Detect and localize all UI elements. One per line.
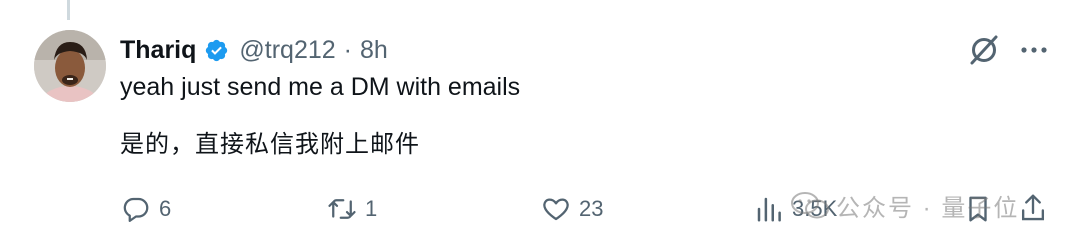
grok-icon[interactable] — [966, 32, 1002, 68]
reply-count: 6 — [159, 196, 172, 221]
verified-badge-icon[interactable] — [204, 38, 229, 63]
views-icon — [757, 197, 781, 222]
wechat-icon — [791, 191, 829, 218]
like-count: 23 — [579, 196, 604, 221]
author-handle[interactable]: @trq212 — [239, 36, 335, 65]
tweet-header: Thariq @trq212 · 8h — [120, 34, 388, 66]
avatar[interactable] — [34, 30, 106, 102]
reply-button[interactable]: 6 — [121, 194, 171, 224]
repost-icon — [328, 199, 356, 219]
header-separator: · — [343, 35, 352, 64]
watermark-text: 公众号 · 量子位 — [836, 195, 1020, 222]
heart-icon — [543, 198, 569, 221]
tweet-timestamp[interactable]: 8h — [360, 36, 388, 65]
tweet-translation: 是的，直接私信我附上邮件 — [120, 131, 420, 158]
more-icon[interactable] — [1018, 38, 1050, 62]
reply-icon — [123, 197, 149, 222]
repost-count: 1 — [365, 196, 378, 221]
like-button[interactable]: 23 — [541, 194, 603, 224]
repost-button[interactable]: 1 — [327, 194, 377, 224]
avatar-image — [34, 30, 106, 102]
thread-connector-line — [67, 0, 70, 20]
share-icon[interactable] — [1018, 192, 1048, 224]
tweet-text: yeah just send me a DM with emails — [120, 73, 521, 101]
author-name[interactable]: Thariq — [120, 36, 196, 65]
wechat-watermark: 公众号 · 量子位 — [788, 188, 1019, 223]
